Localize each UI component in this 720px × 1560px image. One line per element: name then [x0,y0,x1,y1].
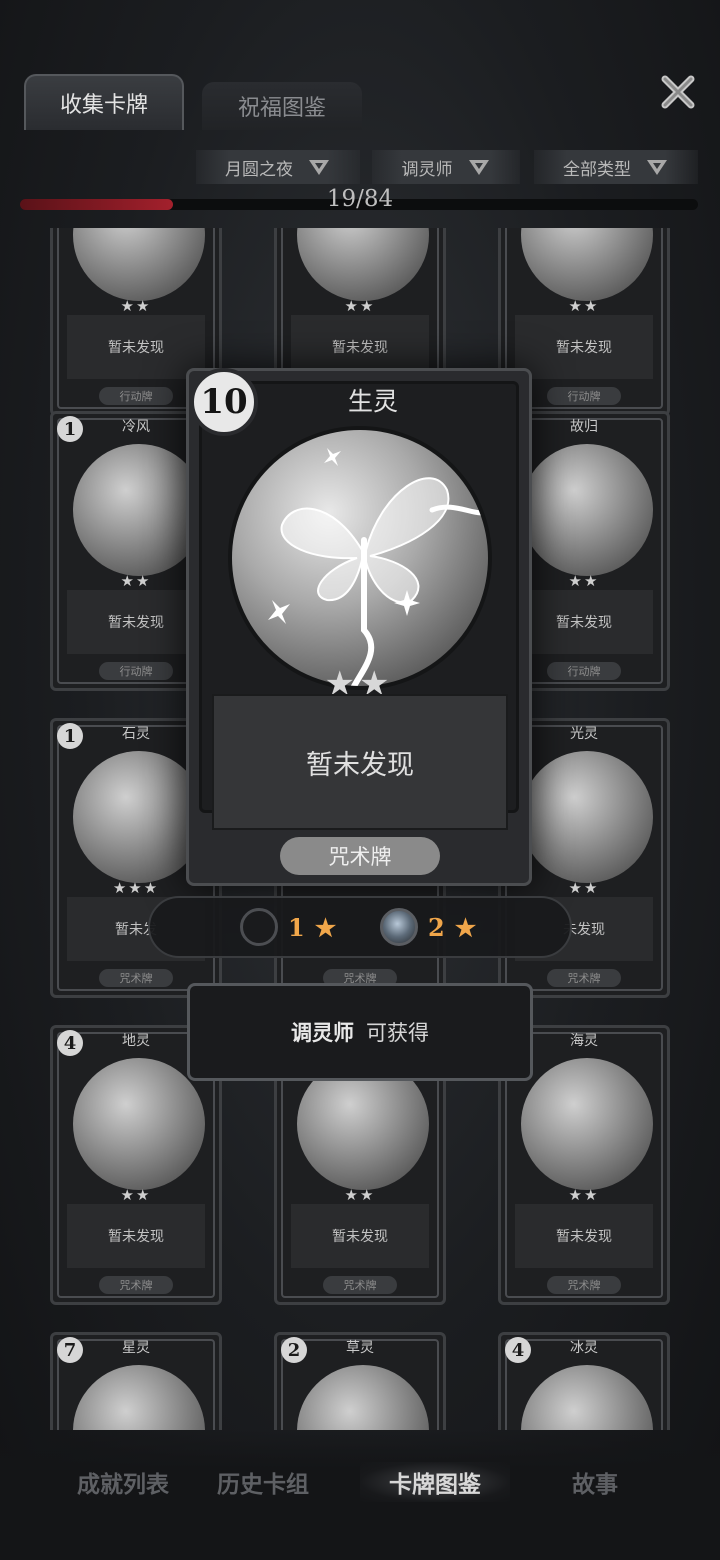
dropdown-icon [647,160,667,175]
card-tile-description: 暂未发现 [515,315,653,379]
card-tile[interactable]: 草灵 2 [274,1332,446,1430]
card-tile[interactable]: 冰灵 4 [498,1332,670,1430]
filter-type-label: 全部类型 [563,159,631,180]
card-tile-cost: 2 [281,1337,307,1363]
card-tile-description: 暂未发现 [515,590,653,654]
filter-mode-label: 月圆之夜 [225,159,293,180]
card-tile-art [521,1058,653,1190]
tab-collect-cards[interactable]: 收集卡牌 [24,74,184,130]
filter-class[interactable]: 调灵师 [372,150,520,184]
nav-achievements[interactable]: 成就列表 [48,1462,198,1502]
card-tile-type: 咒术牌 [99,1276,173,1294]
card-tile-description: 暂未发现 [67,590,205,654]
card-tile-stars: ★★ [344,297,376,315]
card-tile-stars: ★★ [568,1186,600,1204]
close-icon[interactable] [658,72,698,112]
star-icon: ★ [454,912,477,942]
star-level-option-2[interactable]: 2 ★ [380,906,476,948]
card-detail-type: 咒术牌 [280,837,440,875]
card-tile-cost: 4 [57,1030,83,1056]
card-tile-stars: ★★ [120,297,152,315]
star-level-selector [148,896,572,958]
butterfly-icon [268,448,488,686]
collection-progress-text: 19/84 [326,186,394,212]
obtain-text: 可获得 [366,1021,429,1045]
card-tile-cost: 4 [505,1337,531,1363]
card-tile-stars: ★★ [568,297,600,315]
nav-deck-history[interactable]: 历史卡组 [188,1462,338,1502]
card-tile-art [73,1058,205,1190]
filter-mode[interactable]: 月圆之夜 [196,150,360,184]
card-detail-cost: 10 [190,368,258,436]
card-tile-type: 咒术牌 [547,969,621,987]
card-tile-description: 暂未发现 [291,1204,429,1268]
orb-icon [240,908,278,946]
card-tile-type: 咒术牌 [547,1276,621,1294]
card-tile[interactable]: 星灵 7 [50,1332,222,1430]
card-tile-type: 行动牌 [547,662,621,680]
card-tile-cost: 1 [57,723,83,749]
dropdown-icon [468,160,489,175]
filter-class-label: 调灵师 [401,159,453,180]
card-tile-type: 咒术牌 [99,969,173,987]
card-tile-stars: ★★ [120,1186,152,1204]
card-tile-description: 暂未发现 [515,1204,653,1268]
card-detail-art [228,426,492,690]
card-tile-cost: 7 [57,1337,83,1363]
card-tile-description: 暂未发现 [67,315,205,379]
star-icon: ★ [314,912,337,942]
tab-blessing-gallery[interactable]: 祝福图鉴 [202,82,362,130]
filter-type[interactable]: 全部类型 [534,150,698,184]
card-tile-stars: ★★ [344,1186,376,1204]
card-tile-type: 行动牌 [99,387,173,405]
card-tile-art [521,444,653,576]
card-tile-type: 咒术牌 [323,1276,397,1294]
card-detail-description: 暂未发现 [212,694,508,830]
nav-card-gallery[interactable]: 卡牌图鉴 [360,1462,510,1502]
star-level-count: 2 [428,912,445,942]
dropdown-icon [309,160,329,175]
obtain-info-box: 调灵师 可获得 [187,983,533,1081]
card-tile-type: 行动牌 [99,662,173,680]
card-tile-cost: 1 [57,416,83,442]
star-level-option-1[interactable]: 1 ★ [240,906,336,948]
card-tile-art [521,751,653,883]
nav-story[interactable]: 故事 [520,1462,670,1502]
card-tile-description: 暂未发现 [67,1204,205,1268]
obtain-class-name: 调灵师 [291,1021,354,1045]
star-level-count: 1 [288,912,305,942]
orb-icon [380,908,418,946]
